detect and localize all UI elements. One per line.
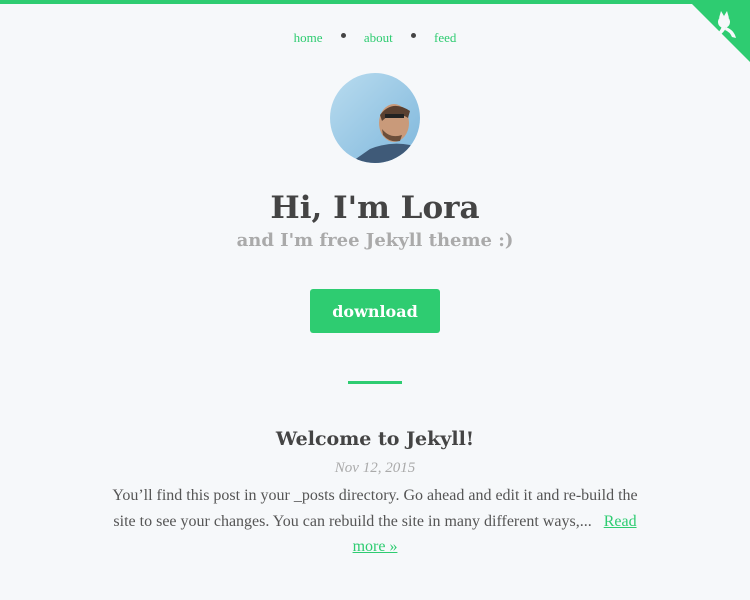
main-nav: home about feed	[0, 30, 750, 46]
post-title-link[interactable]: Welcome to Jekyll!	[0, 428, 750, 450]
download-button[interactable]: download	[310, 289, 440, 333]
top-accent-bar	[0, 0, 750, 4]
nav-separator	[340, 33, 346, 38]
post-excerpt: You’ll find this post in your _posts dir…	[100, 483, 650, 560]
avatar-photo	[330, 73, 420, 163]
nav-feed-link[interactable]: feed	[434, 30, 456, 46]
post-excerpt-text: You’ll find this post in your _posts dir…	[112, 487, 638, 530]
nav-about-link[interactable]: about	[364, 30, 393, 46]
hero-subtitle: and I'm free Jekyll theme :)	[236, 230, 514, 251]
post-date: Nov 12, 2015	[334, 460, 416, 476]
avatar	[330, 73, 420, 163]
hero-title: Hi, I'm Lora	[270, 190, 480, 226]
nav-separator	[410, 33, 416, 38]
nav-home-link[interactable]: home	[294, 30, 323, 46]
section-divider	[348, 381, 402, 384]
